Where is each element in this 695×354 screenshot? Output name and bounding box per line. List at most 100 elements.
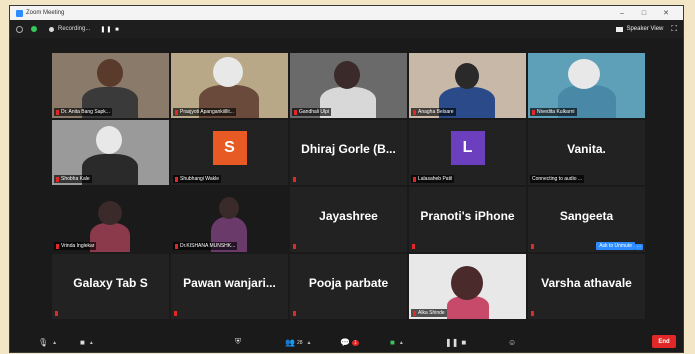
recording-indicator: Recording... bbox=[49, 26, 90, 32]
participant-name: Lalasaheb Patil bbox=[418, 176, 453, 182]
maximize-icon[interactable]: □ bbox=[633, 10, 655, 17]
participant-tile[interactable]: Vanita. Connecting to audio ... bbox=[528, 120, 645, 185]
participants-icon: 👥 bbox=[285, 338, 295, 347]
meeting-top-bar: Recording... ❚❚ ■ Speaker View ⛶ bbox=[10, 20, 683, 38]
fullscreen-icon[interactable]: ⛶ bbox=[671, 24, 677, 34]
participant-name-display: Galaxy Tab S bbox=[73, 276, 148, 290]
muted-mic-icon bbox=[56, 109, 59, 115]
reactions-icon: ☺ bbox=[508, 338, 517, 347]
participant-tile[interactable]: Dr. Anita Bang Sapk... bbox=[52, 53, 169, 118]
muted-mic-icon bbox=[531, 311, 534, 316]
participant-name-display: Sangeeta bbox=[559, 209, 614, 223]
participant-tile[interactable]: Sangeeta Ask to Unmute ··· bbox=[528, 187, 645, 252]
participant-name: Shobha Kale bbox=[61, 176, 90, 182]
participant-tile[interactable]: Shobha Kale bbox=[52, 120, 169, 185]
audio-options-icon[interactable]: ▲ bbox=[52, 340, 57, 346]
participant-name: Dr.KISHANA MUNSHK... bbox=[180, 243, 236, 249]
muted-mic-icon bbox=[293, 177, 296, 182]
reactions-button[interactable]: ☺ bbox=[508, 338, 516, 347]
close-icon[interactable]: ✕ bbox=[655, 9, 677, 17]
participant-tile[interactable]: Dr.KISHANA MUNSHK... bbox=[171, 187, 288, 252]
muted-mic-icon bbox=[293, 244, 296, 249]
participant-name: Gandhali Ulpi bbox=[299, 109, 330, 115]
muted-mic-icon bbox=[175, 176, 178, 182]
participant-tile[interactable]: S Shubhangi Wakle bbox=[171, 120, 288, 185]
muted-mic-icon bbox=[56, 243, 59, 249]
participant-name-label: Dr. Anita Bang Sapk... bbox=[54, 108, 112, 116]
zoom-logo-icon bbox=[16, 9, 23, 17]
participant-tile[interactable]: Vrinda Inglekar bbox=[52, 187, 169, 252]
participant-tile[interactable]: Pawan wanjari... bbox=[171, 254, 288, 319]
speaker-view-button[interactable]: Speaker View bbox=[616, 26, 663, 32]
participant-name: Anagha Belsare bbox=[418, 109, 454, 115]
participant-name-display: Dhiraj Gorle (B... bbox=[301, 142, 396, 156]
muted-mic-icon bbox=[412, 244, 415, 249]
info-icon[interactable] bbox=[16, 25, 23, 33]
speaker-view-icon bbox=[616, 26, 624, 32]
muted-mic-icon bbox=[294, 109, 297, 115]
participants-options-icon[interactable]: ▲ bbox=[307, 340, 312, 346]
more-options-button[interactable]: ··· bbox=[635, 244, 643, 250]
participant-tile[interactable]: Anagha Belsare bbox=[409, 53, 526, 118]
participant-tile[interactable]: L Lalasaheb Patil bbox=[409, 120, 526, 185]
end-meeting-button[interactable]: End bbox=[652, 335, 676, 348]
minimize-icon[interactable]: – bbox=[611, 10, 633, 17]
participant-name-display: Varsha athavale bbox=[541, 276, 632, 290]
participant-name-display: Jayashree bbox=[319, 209, 378, 223]
chat-icon: 💬 bbox=[340, 338, 350, 347]
encryption-shield-icon[interactable] bbox=[31, 26, 37, 32]
participant-tile[interactable]: Pranoti's iPhone bbox=[409, 187, 526, 252]
share-options-icon[interactable]: ▲ bbox=[399, 340, 404, 346]
security-button[interactable]: ⛨ bbox=[235, 337, 241, 347]
meeting-toolbar: 🎙 ▲ ■ ▲ ⛨ 👥 28 ▲ 💬 1 ■ ▲ ❚❚ ■ ☺ End bbox=[10, 330, 683, 352]
muted-mic-icon bbox=[413, 176, 416, 182]
participant-name: Nivedita Kulkarni bbox=[537, 109, 575, 115]
record-button[interactable]: ❚❚ ■ bbox=[445, 338, 466, 347]
participant-name-label: Shobha Kale bbox=[54, 175, 92, 183]
chat-button[interactable]: 💬 1 bbox=[340, 338, 359, 347]
muted-mic-icon bbox=[532, 109, 535, 115]
muted-mic-icon bbox=[531, 244, 534, 249]
participant-name-display: Pooja parbate bbox=[308, 276, 389, 290]
participant-tile[interactable]: Pooja parbate bbox=[290, 254, 407, 319]
participant-name: Vrinda Inglekar bbox=[61, 243, 95, 249]
muted-mic-icon bbox=[413, 310, 416, 316]
video-button[interactable]: ■ ▲ bbox=[80, 338, 94, 347]
participant-tile[interactable]: Prasjyoti Apangankiillit... bbox=[171, 53, 288, 118]
share-screen-button[interactable]: ■ ▲ bbox=[390, 338, 404, 347]
speaker-view-label: Speaker View bbox=[626, 26, 664, 32]
participant-status-label: Connecting to audio ... bbox=[530, 175, 585, 183]
title-bar: Zoom Meeting – □ ✕ bbox=[10, 6, 683, 20]
participant-name-label: Lalasaheb Patil bbox=[411, 175, 455, 183]
chat-badge: 1 bbox=[351, 339, 359, 346]
participant-tile[interactable]: Galaxy Tab S bbox=[52, 254, 169, 319]
participant-name-display: Pranoti's iPhone bbox=[420, 209, 515, 223]
recording-label: Recording... bbox=[58, 26, 91, 32]
mute-button[interactable]: 🎙 ▲ bbox=[38, 338, 57, 347]
participant-name: Dr. Anita Bang Sapk... bbox=[61, 109, 110, 115]
participants-button[interactable]: 👥 28 ▲ bbox=[285, 338, 311, 347]
participant-avatar: L bbox=[450, 131, 485, 165]
ask-to-unmute-button[interactable]: Ask to Unmute bbox=[596, 242, 635, 250]
participant-name: Shubhangi Wakle bbox=[180, 176, 220, 182]
video-options-icon[interactable]: ▲ bbox=[89, 340, 94, 346]
participant-name-label: Shubhangi Wakle bbox=[173, 175, 222, 183]
participant-tile[interactable]: Varsha athavale bbox=[528, 254, 645, 319]
participant-name-display: Pawan wanjari... bbox=[183, 276, 276, 290]
recording-icon bbox=[49, 26, 54, 32]
participant-tile[interactable]: Jayashree bbox=[290, 187, 407, 252]
participant-tile[interactable]: Gandhali Ulpi bbox=[290, 53, 407, 118]
participant-name: Prasjyoti Apangankiillit... bbox=[180, 109, 234, 115]
participants-count: 28 bbox=[296, 339, 303, 346]
participant-tile[interactable]: Nivedita Kulkarni bbox=[528, 53, 645, 118]
window-title: Zoom Meeting bbox=[26, 10, 65, 16]
muted-mic-icon bbox=[175, 243, 178, 249]
muted-mic-icon bbox=[55, 311, 58, 316]
participant-name-label: Anagha Belsare bbox=[411, 108, 456, 116]
stop-recording-icon: ■ bbox=[461, 338, 467, 347]
participant-tile[interactable]: Alka Shinde bbox=[409, 254, 526, 319]
participant-tile[interactable]: Dhiraj Gorle (B... bbox=[290, 120, 407, 185]
muted-mic-icon bbox=[293, 311, 296, 316]
participant-name: Alka Shinde bbox=[418, 310, 445, 316]
recording-controls[interactable]: ❚❚ ■ bbox=[100, 26, 119, 33]
